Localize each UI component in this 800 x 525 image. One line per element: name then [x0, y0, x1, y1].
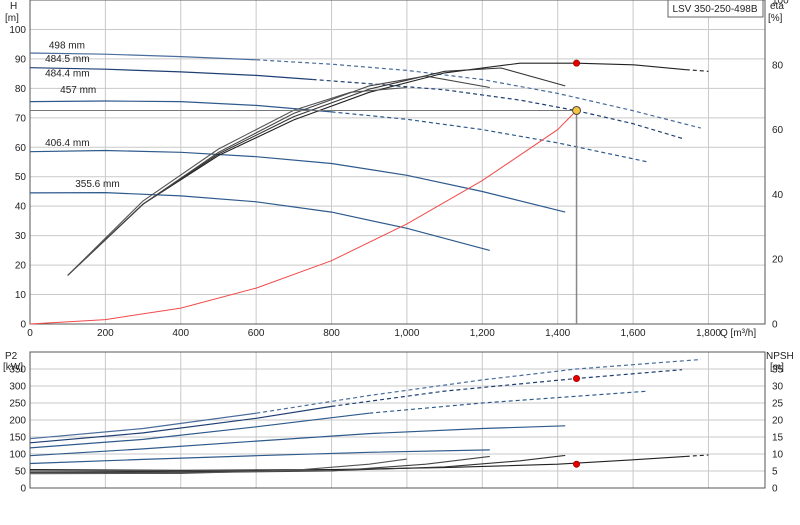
x-tick-label: 200	[97, 328, 114, 339]
pump-curve-chart: 0 200 400 600 800 1,000 1,200 1,400 1,600 1,80001…	[3, 0, 794, 495]
efficiency-curve-solid	[67, 75, 490, 276]
duty-point-eta-marker	[573, 59, 581, 67]
system-curve	[29, 110, 577, 325]
duty-point-npsh-marker	[573, 460, 581, 468]
y-right-axis-label: eta	[770, 1, 784, 12]
x-tick-label: 1,400	[545, 328, 570, 339]
x-tick-label: 1,800	[696, 328, 721, 339]
npsh-axis-unit: [m]	[770, 362, 784, 373]
npsh-tick-label: 25	[772, 399, 784, 410]
grid-layer	[29, 0, 766, 489]
x-tick-label: 800	[323, 328, 340, 339]
p2-tick-label: 0	[20, 484, 26, 495]
x-tick-label: 600	[248, 328, 265, 339]
head-curve-label: 484.4 mm	[45, 69, 89, 80]
power-curve-dashed	[331, 369, 683, 407]
x-tick-label: 1,000	[394, 328, 419, 339]
efficiency-curve-solid	[67, 62, 686, 276]
efficiency-curve-dashed	[685, 69, 709, 72]
power-curve-solid	[29, 425, 566, 457]
y-right-tick-label: 40	[772, 190, 784, 201]
y-left-tick-label: 80	[15, 84, 27, 95]
duty-point-head-marker	[572, 105, 582, 115]
y-left-tick-label: 60	[15, 143, 27, 154]
curves-layer	[29, 52, 709, 475]
power-curve-dashed	[369, 390, 649, 414]
p2-tick-label: 300	[9, 382, 26, 393]
p2-tick-label: 100	[9, 450, 26, 461]
y-right-tick-label: 60	[772, 125, 784, 136]
duty-point-power-marker	[573, 375, 581, 383]
head-curve-label: 406.4 mm	[45, 138, 89, 149]
x-axis-label: Q [m³/h]	[720, 328, 756, 339]
head-curve-label: 484.5 mm	[45, 54, 89, 65]
model-label: LSV 350-250-498B	[672, 4, 757, 15]
y-right-tick-label: 20	[772, 255, 784, 266]
y-right-tick-label: 80	[772, 60, 784, 71]
y-left-tick-label: 0	[20, 320, 26, 331]
npsh-tick-label: 20	[772, 416, 784, 427]
head-curve-label: 355.6 mm	[75, 179, 119, 190]
top-plot-frame	[29, 0, 766, 325]
npsh-tick-label: 5	[772, 467, 778, 478]
head-curve-solid	[29, 191, 490, 251]
y-left-tick-label: 10	[15, 290, 27, 301]
x-tick-label: 1,200	[470, 328, 495, 339]
npsh-tick-label: 0	[772, 484, 778, 495]
power-curve-solid	[29, 412, 370, 449]
p2-tick-label: 200	[9, 416, 26, 427]
head-curve-label: 498 mm	[49, 41, 85, 52]
head-curve-label: 457 mm	[60, 85, 96, 96]
y-left-tick-label: 100	[9, 25, 26, 36]
p2-tick-label: 50	[15, 467, 27, 478]
y-left-tick-label: 20	[15, 261, 27, 272]
npsh-tick-label: 15	[772, 433, 784, 444]
npsh-tick-label: 10	[772, 450, 784, 461]
power-curve-solid	[29, 412, 257, 440]
p2-axis-unit: [kW]	[3, 362, 23, 373]
x-tick-label: 1,600	[621, 328, 646, 339]
y-left-axis-label: H	[10, 1, 17, 12]
y-left-tick-label: 90	[15, 54, 27, 65]
p2-tick-label: 150	[9, 433, 26, 444]
x-tick-label: 0	[27, 328, 33, 339]
npsh-tick-label: 30	[772, 382, 784, 393]
efficiency-curve-solid	[67, 67, 566, 276]
p2-tick-label: 250	[9, 399, 26, 410]
duty-points-layer	[30, 59, 582, 468]
head-curve-dashed	[331, 111, 649, 163]
npsh-axis-label: NPSH	[766, 351, 794, 362]
y-left-tick-label: 40	[15, 202, 27, 213]
npsh-curve-dashed	[685, 454, 709, 457]
y-right-tick-label: 0	[772, 320, 778, 331]
y-right-axis-unit: [%]	[768, 13, 783, 24]
y-left-tick-label: 70	[15, 113, 27, 124]
npsh-curve-solid	[29, 455, 686, 471]
p2-axis-label: P2	[5, 351, 18, 362]
y-left-tick-label: 30	[15, 231, 27, 242]
y-left-axis-unit: [m]	[5, 13, 19, 24]
pump-curve-figure: 0 200 400 600 800 1,000 1,200 1,400 1,600 1,800 0 1…	[0, 0, 800, 520]
x-tick-label: 400	[172, 328, 189, 339]
y-left-tick-label: 50	[15, 172, 27, 183]
